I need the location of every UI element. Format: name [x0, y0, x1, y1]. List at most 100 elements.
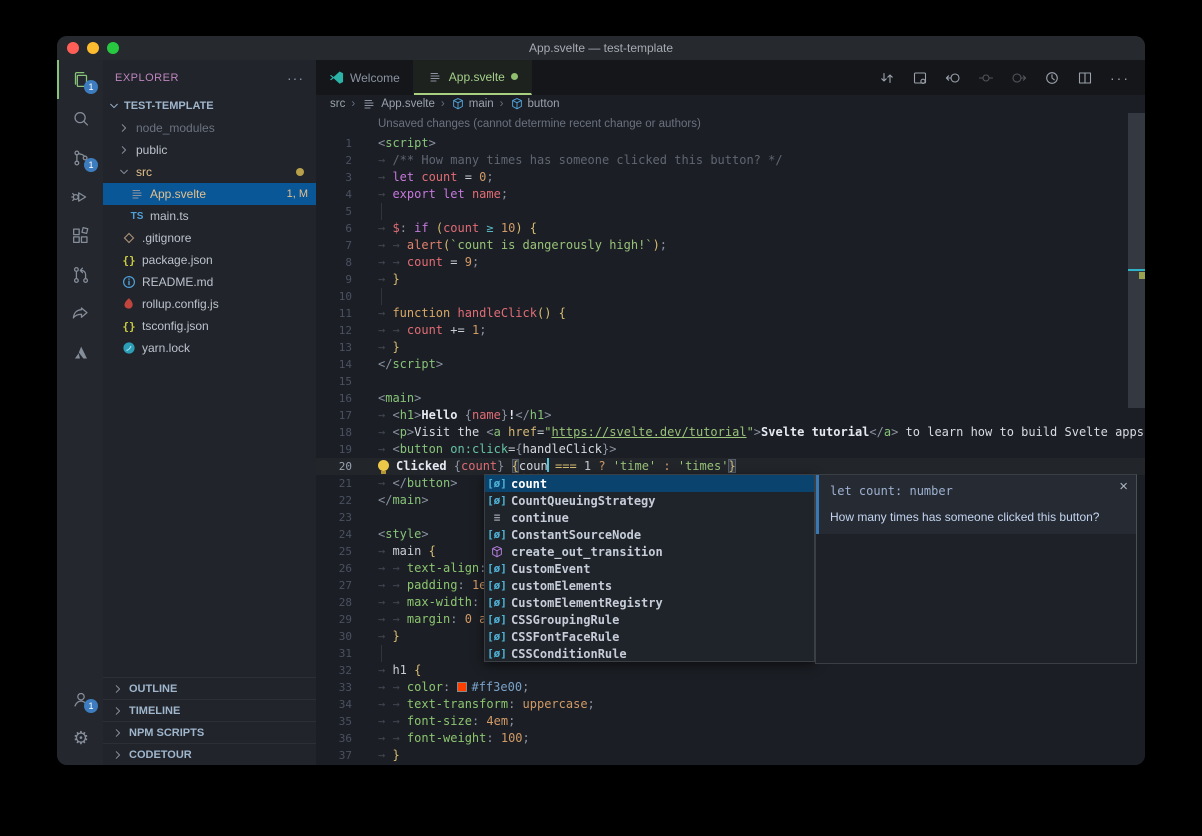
line-content	[352, 373, 378, 390]
file-row-yarn-lock[interactable]: yarn.lock	[103, 337, 316, 359]
suggest-item-cssconditionrule[interactable]: [ø]CSSConditionRule	[485, 645, 814, 662]
file-row-src[interactable]: src	[103, 161, 316, 183]
line-number: 21	[316, 475, 352, 492]
code-line-4[interactable]: 4→ export let name;	[316, 186, 1145, 203]
activity-run-and-debug[interactable]	[57, 177, 103, 216]
code-line-35[interactable]: 35→ → font-size: 4em;	[316, 713, 1145, 730]
file-row-tsconfig-json[interactable]: {}tsconfig.json	[103, 315, 316, 337]
suggest-item-create_out_transition[interactable]: create_out_transition	[485, 543, 814, 560]
breadcrumb-item-app-svelte[interactable]: App.svelte	[361, 96, 435, 112]
line-content: </main>	[352, 492, 429, 509]
section-codetour[interactable]: CODETOUR	[103, 743, 316, 765]
breadcrumb-item-button[interactable]: button	[510, 97, 560, 111]
code-line-33[interactable]: 33→ → color: #ff3e00;	[316, 679, 1145, 696]
editor-actions: ···	[879, 60, 1145, 95]
scrollbar-thumb[interactable]	[1128, 113, 1145, 408]
chevron-right-icon	[117, 143, 131, 157]
file-row-rollup-config-js[interactable]: rollup.config.js	[103, 293, 316, 315]
more-actions-icon[interactable]: ···	[1110, 70, 1130, 86]
title-bar[interactable]: App.svelte — test-template	[57, 36, 1145, 60]
suggest-item-customevent[interactable]: [ø]CustomEvent	[485, 560, 814, 577]
line-content: → → alert(`count is dangerously high!`);	[352, 237, 667, 254]
activity-github-pull-requests[interactable]	[57, 255, 103, 294]
activity-search[interactable]	[57, 99, 103, 138]
file-row-readme-md[interactable]: README.md	[103, 271, 316, 293]
chevron-down-icon	[117, 165, 131, 179]
code-line-3[interactable]: 3→ let count = 0;	[316, 169, 1145, 186]
file-row-node-modules[interactable]: node_modules	[103, 117, 316, 139]
section-npm-scripts[interactable]: NPM SCRIPTS	[103, 721, 316, 743]
close-icon[interactable]: ×	[1119, 479, 1128, 494]
close-window-button[interactable]	[67, 42, 79, 54]
file-row--gitignore[interactable]: .gitignore	[103, 227, 316, 249]
file-history-icon[interactable]	[1044, 70, 1060, 86]
code-line-5[interactable]: 5	[316, 203, 1145, 220]
line-number: 22	[316, 492, 352, 509]
lightbulb-icon	[378, 460, 389, 471]
symbol-variable-icon: [ø]	[489, 528, 505, 541]
minimize-window-button[interactable]	[87, 42, 99, 54]
activity-extensions[interactable]	[57, 216, 103, 255]
code-line-17[interactable]: 17→ <h1>Hello {name}!</h1>	[316, 407, 1145, 424]
next-revision-icon[interactable]	[1011, 70, 1027, 86]
breadcrumb-item-main[interactable]: main	[451, 97, 494, 111]
line-number: 1	[316, 135, 352, 152]
suggest-item-customelements[interactable]: [ø]customElements	[485, 577, 814, 594]
open-changes-icon[interactable]	[879, 70, 895, 86]
file-row-app-svelte[interactable]: App.svelte1, M	[103, 183, 316, 205]
previous-revision-icon[interactable]	[945, 70, 961, 86]
chevron-right-icon	[111, 682, 125, 696]
line-number: 17	[316, 407, 352, 424]
activity-explorer[interactable]: 1	[57, 60, 103, 99]
maximize-window-button[interactable]	[107, 42, 119, 54]
section-timeline[interactable]: TIMELINE	[103, 699, 316, 721]
open-changes-with-previous-icon[interactable]	[912, 70, 928, 86]
activity-azure[interactable]	[57, 333, 103, 372]
code-line-20[interactable]: 20Clicked {count} {coun === 1 ? 'time' :…	[316, 458, 1145, 475]
section-label: OUTLINE	[129, 683, 177, 695]
more-actions-icon[interactable]: ···	[287, 70, 304, 86]
code-line-13[interactable]: 13→ }	[316, 339, 1145, 356]
code-line-19[interactable]: 19→ <button on:click={handleClick}>	[316, 441, 1145, 458]
line-content	[352, 288, 382, 305]
file-row-public[interactable]: public	[103, 139, 316, 161]
code-line-7[interactable]: 7→ → alert(`count is dangerously high!`)…	[316, 237, 1145, 254]
suggest-item-cssfontfacerule[interactable]: [ø]CSSFontFaceRule	[485, 628, 814, 645]
suggest-item-count[interactable]: [ø]count	[485, 475, 814, 492]
suggest-item-cssgroupingrule[interactable]: [ø]CSSGroupingRule	[485, 611, 814, 628]
code-line-16[interactable]: 16<main>	[316, 390, 1145, 407]
section-outline[interactable]: OUTLINE	[103, 677, 316, 699]
code-line-18[interactable]: 18→ <p>Visit the <a href="https://svelte…	[316, 424, 1145, 441]
code-line-36[interactable]: 36→ → font-weight: 100;	[316, 730, 1145, 747]
suggest-item-constantsourcenode[interactable]: [ø]ConstantSourceNode	[485, 526, 814, 543]
activity-accounts[interactable]: 1	[57, 679, 103, 718]
code-line-9[interactable]: 9→ }	[316, 271, 1145, 288]
file-row-main-ts[interactable]: TSmain.ts	[103, 205, 316, 227]
tab-app-svelte[interactable]: App.svelte	[414, 60, 532, 95]
code-editor[interactable]: Unsaved changes (cannot determine recent…	[316, 113, 1145, 765]
code-line-14[interactable]: 14</script>	[316, 356, 1145, 373]
code-line-2[interactable]: 2→ /** How many times has someone clicke…	[316, 152, 1145, 169]
code-line-34[interactable]: 34→ → text-transform: uppercase;	[316, 696, 1145, 713]
code-line-6[interactable]: 6→ $: if (count ≥ 10) {	[316, 220, 1145, 237]
split-editor-icon[interactable]	[1077, 70, 1093, 86]
code-line-37[interactable]: 37→ }	[316, 747, 1145, 764]
code-line-32[interactable]: 32→ h1 {	[316, 662, 1145, 679]
code-line-8[interactable]: 8→ → count = 9;	[316, 254, 1145, 271]
workspace-root-row[interactable]: TEST-TEMPLATE	[103, 95, 316, 117]
suggest-item-customelementregistry[interactable]: [ø]CustomElementRegistry	[485, 594, 814, 611]
suggest-item-continue[interactable]: ≡continue	[485, 509, 814, 526]
suggest-item-countqueuingstrategy[interactable]: [ø]CountQueuingStrategy	[485, 492, 814, 509]
activity-settings[interactable]: ⚙	[57, 718, 103, 757]
activity-source-control[interactable]: 1	[57, 138, 103, 177]
code-line-15[interactable]: 15	[316, 373, 1145, 390]
code-line-10[interactable]: 10	[316, 288, 1145, 305]
code-line-12[interactable]: 12→ → count += 1;	[316, 322, 1145, 339]
breadcrumb-item-src[interactable]: src	[330, 98, 345, 110]
code-line-11[interactable]: 11→ function handleClick() {	[316, 305, 1145, 322]
activity-live-share[interactable]	[57, 294, 103, 333]
code-line-1[interactable]: 1<script>	[316, 135, 1145, 152]
current-revision-icon[interactable]	[978, 70, 994, 86]
file-row-package-json[interactable]: {}package.json	[103, 249, 316, 271]
tab-welcome[interactable]: Welcome	[316, 60, 414, 95]
